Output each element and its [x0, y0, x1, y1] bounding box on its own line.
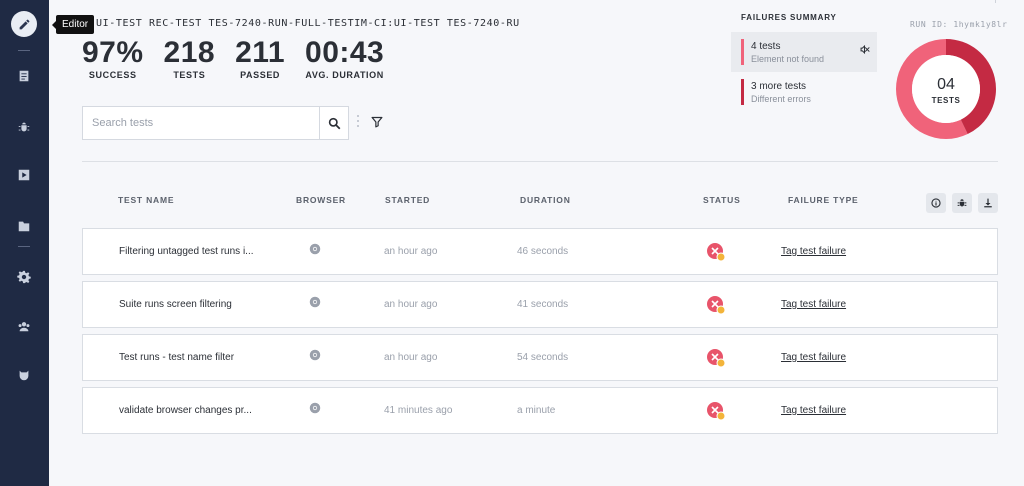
started-time: an hour ago [384, 246, 438, 257]
mute-icon[interactable] [859, 44, 870, 55]
bug-icon[interactable] [12, 115, 36, 139]
column-header-browser[interactable]: BROWSER [296, 195, 346, 205]
failures-summary-title: FAILURES SUMMARY [741, 13, 837, 22]
stat-label: AVG. DURATION [305, 70, 384, 80]
column-header-test-name[interactable]: TEST NAME [118, 195, 174, 205]
test-name: Test runs - test name filter [119, 352, 235, 363]
team-icon[interactable] [12, 314, 36, 338]
failure-color-bar [741, 79, 744, 105]
top-divider [995, 0, 996, 3]
editor-pencil-icon[interactable] [11, 11, 37, 37]
sidebar [0, 0, 49, 486]
github-icon[interactable] [12, 363, 36, 387]
column-header-status[interactable]: STATUS [703, 195, 741, 205]
stat-value: 97% [82, 36, 144, 69]
tag-failure-link[interactable]: Tag test failure [781, 246, 846, 257]
status-failed-icon [706, 348, 726, 368]
run-id: RUN ID: 1hymk1y8lr [910, 20, 1008, 29]
run-title: UI-TEST REC-TEST TES-7240-RUN-FULL-TESTI… [96, 18, 520, 29]
bug-button[interactable] [952, 193, 972, 213]
test-name: Filtering untagged test runs i... [119, 246, 254, 257]
status-failed-icon [706, 242, 726, 262]
download-button[interactable] [978, 193, 998, 213]
play-icon[interactable] [12, 163, 36, 187]
test-name: validate browser changes pr... [119, 405, 252, 416]
duration: 46 seconds [517, 246, 569, 257]
sidebar-divider [18, 50, 30, 51]
table-row[interactable]: Suite runs screen filtering an hour ago … [82, 281, 998, 328]
status-failed-icon [706, 295, 726, 315]
search-box [82, 106, 349, 140]
search-input[interactable] [83, 107, 319, 139]
gear-icon[interactable] [12, 265, 36, 289]
duration: 41 seconds [517, 299, 569, 310]
tag-failure-link[interactable]: Tag test failure [781, 352, 846, 363]
failure-desc: Element not found [751, 54, 825, 64]
stat-label: SUCCESS [88, 70, 137, 80]
started-time: 41 minutes ago [384, 405, 453, 416]
table-row[interactable]: Test runs - test name filter an hour ago… [82, 334, 998, 381]
run-stats: 97% SUCCESS 218 TESTS 211 PASSED 00:43 A… [82, 36, 404, 80]
folder-settings-icon[interactable] [12, 214, 36, 238]
stat-avg-duration: 00:43 AVG. DURATION [305, 36, 384, 80]
failure-group-item[interactable]: 3 more tests Different errors [731, 72, 877, 112]
failures-donut-chart: 04 TESTS [895, 38, 997, 140]
column-header-duration[interactable]: DURATION [520, 195, 571, 205]
failure-group-item[interactable]: 4 tests Element not found [731, 32, 877, 72]
donut-value: 04 [937, 76, 955, 93]
table-row[interactable]: validate browser changes pr... 41 minute… [82, 387, 998, 434]
stat-value: 00:43 [305, 36, 385, 69]
started-time: an hour ago [384, 299, 438, 310]
duration: 54 seconds [517, 352, 569, 363]
chrome-icon [309, 296, 321, 311]
chrome-icon [309, 243, 321, 258]
section-divider [82, 161, 998, 162]
test-name: Suite runs screen filtering [119, 299, 232, 310]
stat-label: TESTS [173, 70, 206, 80]
chrome-icon [309, 402, 321, 417]
failure-desc: Different errors [751, 94, 811, 104]
filter-button[interactable] [368, 113, 386, 131]
kebab-dots-icon [357, 115, 359, 131]
filter-icon [371, 116, 383, 128]
duration: a minute [517, 405, 556, 416]
tag-failure-link[interactable]: Tag test failure [781, 299, 846, 310]
stat-tests: 218 TESTS [164, 36, 216, 80]
chrome-icon [309, 349, 321, 364]
stat-label: PASSED [240, 70, 281, 80]
info-icon [931, 198, 941, 208]
tag-failure-link[interactable]: Tag test failure [781, 405, 846, 416]
donut-label: TESTS [931, 96, 961, 105]
document-icon[interactable] [12, 64, 36, 88]
search-icon [328, 117, 340, 129]
stat-success: 97% SUCCESS [82, 36, 144, 80]
failure-count: 3 more tests [751, 81, 807, 92]
table-row[interactable]: Filtering untagged test runs i... an hou… [82, 228, 998, 275]
stat-value: 211 [235, 36, 286, 69]
search-button[interactable] [320, 107, 348, 139]
column-header-started[interactable]: STARTED [385, 195, 430, 205]
bug-icon [957, 199, 967, 207]
sidebar-divider [18, 246, 30, 247]
column-header-failure-type[interactable]: FAILURE TYPE [788, 195, 859, 205]
failure-color-bar [741, 39, 744, 65]
stat-passed: 211 PASSED [235, 36, 285, 80]
status-failed-icon [706, 401, 726, 421]
info-button[interactable] [926, 193, 946, 213]
editor-tooltip: Editor [51, 15, 95, 34]
started-time: an hour ago [384, 352, 438, 363]
failure-count: 4 tests [751, 41, 781, 52]
stat-value: 218 [163, 36, 216, 69]
download-icon [984, 198, 992, 208]
